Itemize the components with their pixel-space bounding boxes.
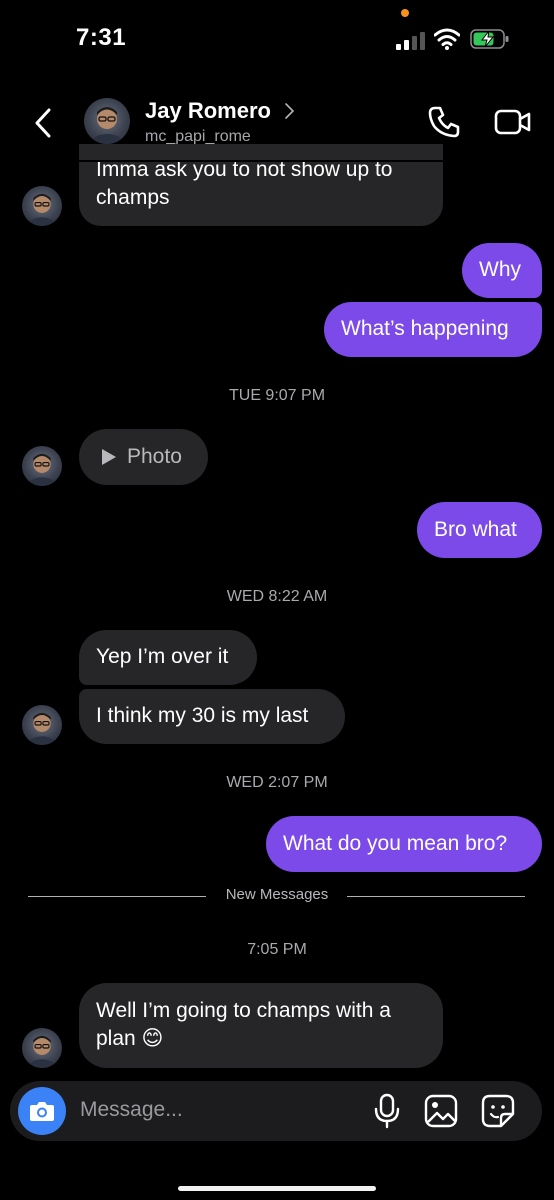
message-text: champs <box>96 186 170 209</box>
video-camera-icon[interactable] <box>494 106 532 138</box>
message-bubble-incoming[interactable]: Yep I’m over it <box>79 630 257 685</box>
new-messages-divider-right <box>347 896 525 897</box>
wifi-icon <box>434 28 460 50</box>
message-input[interactable] <box>80 1095 360 1125</box>
sender-avatar[interactable] <box>22 186 62 226</box>
gallery-icon[interactable] <box>424 1094 458 1128</box>
home-indicator[interactable] <box>178 1186 376 1191</box>
camera-button[interactable] <box>18 1087 66 1135</box>
contact-name[interactable]: Jay Romero <box>145 98 271 124</box>
message-text: Bro what <box>434 518 517 541</box>
sender-avatar[interactable] <box>22 705 62 745</box>
phone-icon[interactable] <box>426 104 462 140</box>
message-text: Yep I’m over it <box>96 645 229 668</box>
sticker-icon[interactable] <box>481 1094 515 1128</box>
timestamp: WED 8:22 AM <box>226 588 328 605</box>
message-text: I think my 30 is my last <box>96 704 309 727</box>
message-text: Well I’m going to champs with a <box>96 999 391 1022</box>
microphone-icon[interactable] <box>374 1093 400 1129</box>
message-bubble-incoming[interactable]: Well I’m going to champs with a plan 😊 <box>79 983 443 1068</box>
message-bubble-outgoing[interactable]: Why <box>462 243 542 298</box>
chevron-right-icon[interactable] <box>283 102 295 120</box>
message-text: plan 😊 <box>96 1027 164 1050</box>
message-bubble-outgoing[interactable]: What do you mean bro? <box>266 816 542 872</box>
message-text: What do you mean bro? <box>283 832 508 855</box>
message-text: Why <box>479 258 521 281</box>
message-bubble-incoming[interactable]: Imma ask you to not show up to champs <box>79 144 443 226</box>
back-arrow-icon[interactable] <box>30 106 58 140</box>
contact-avatar[interactable] <box>84 98 130 144</box>
timestamp: WED 2:07 PM <box>226 774 328 791</box>
sender-avatar[interactable] <box>22 446 62 486</box>
photo-label: Photo <box>127 445 182 468</box>
scroll-mask <box>0 160 554 162</box>
new-messages-label: New Messages <box>225 886 329 903</box>
battery-charging-icon <box>470 29 509 49</box>
timestamp: TUE 9:07 PM <box>228 387 326 404</box>
message-bubble-incoming[interactable]: I think my 30 is my last <box>79 689 345 744</box>
signal-icon <box>396 32 425 50</box>
sender-avatar[interactable] <box>22 1028 62 1068</box>
message-bubble-outgoing[interactable]: Bro what <box>417 502 542 558</box>
photo-message-bubble[interactable]: Photo <box>79 429 208 485</box>
camera-icon <box>30 1102 54 1121</box>
message-text: What’s happening <box>341 317 509 340</box>
play-icon <box>102 449 116 465</box>
timestamp: 7:05 PM <box>247 941 307 958</box>
message-bubble-outgoing[interactable]: What’s happening <box>324 302 542 357</box>
status-time: 7:31 <box>76 24 127 51</box>
privacy-indicator-dot <box>401 9 409 17</box>
